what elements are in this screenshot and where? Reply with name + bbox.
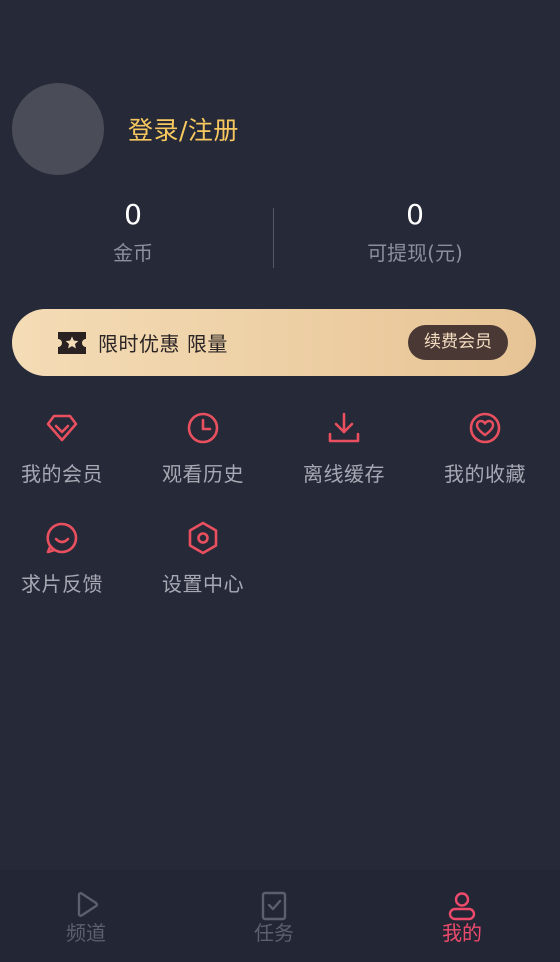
renew-membership-button[interactable]: 续费会员 [408, 325, 508, 360]
menu-item-label: 求片反馈 [21, 572, 103, 596]
menu-item-label: 设置中心 [162, 572, 244, 596]
withdraw-value: 0 [406, 198, 424, 231]
menu-item-settings-center[interactable]: 设置中心 [133, 520, 273, 597]
coins-stat[interactable]: 0 金币 [33, 198, 233, 268]
stats-divider [273, 208, 274, 268]
profile-header[interactable]: 登录/注册 [12, 83, 239, 175]
bottom-tab-bar: 频道 任务 我的 [0, 870, 560, 962]
tab-label: 频道 [66, 921, 106, 945]
tab-mine[interactable]: 我的 [412, 890, 512, 946]
task-check-icon [261, 891, 287, 921]
tab-label: 任务 [254, 921, 294, 945]
menu-item-label: 我的会员 [21, 462, 103, 486]
menu-item-request-feedback[interactable]: 求片反馈 [0, 520, 132, 597]
coins-value: 0 [124, 198, 142, 231]
withdraw-label: 可提现(元) [367, 241, 463, 265]
settings-hexagon-icon [188, 521, 218, 555]
clock-icon [187, 412, 219, 444]
menu-item-offline-cache[interactable]: 离线缓存 [274, 410, 414, 487]
ticket-star-icon [56, 330, 88, 356]
tab-tasks[interactable]: 任务 [224, 890, 324, 946]
heart-icon [469, 412, 501, 444]
withdraw-stat[interactable]: 0 可提现(元) [315, 198, 515, 268]
menu-item-label: 观看历史 [162, 462, 244, 486]
coins-label: 金币 [113, 241, 153, 265]
menu-item-label: 离线缓存 [303, 462, 385, 486]
vip-promo-banner[interactable]: 限时优惠 限量 续费会员 [12, 309, 536, 376]
menu-item-my-membership[interactable]: 我的会员 [0, 410, 132, 487]
user-icon [448, 892, 476, 921]
download-icon [328, 412, 360, 443]
promo-text: 限时优惠 限量 [98, 332, 228, 356]
chat-smile-icon [46, 522, 78, 554]
menu-item-my-favorites[interactable]: 我的收藏 [415, 410, 555, 487]
avatar[interactable] [12, 83, 104, 175]
menu-item-watch-history[interactable]: 观看历史 [133, 410, 273, 487]
menu-item-label: 我的收藏 [444, 462, 526, 486]
stats-row: 0 金币 0 可提现(元) [0, 198, 560, 270]
diamond-icon [46, 414, 78, 442]
login-register-link[interactable]: 登录/注册 [128, 111, 239, 147]
play-icon [77, 892, 99, 917]
tab-label: 我的 [442, 921, 482, 945]
tab-channels[interactable]: 频道 [36, 890, 136, 946]
